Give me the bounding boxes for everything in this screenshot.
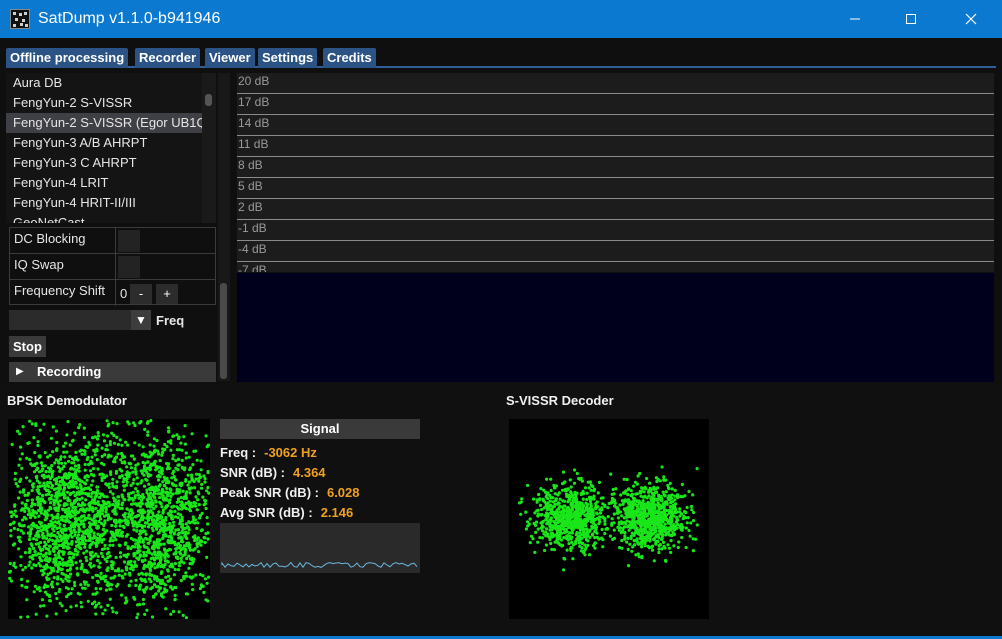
pipeline-item-selected[interactable]: FengYun-2 S-VISSR (Egor UB1QBJ) (6, 113, 202, 133)
minimize-icon (850, 18, 860, 20)
pipeline-item[interactable]: FengYun-4 HRIT-II/III (6, 193, 202, 213)
fft-scale-row: -1 dB (237, 220, 994, 241)
pipeline-item[interactable]: FengYun-2 S-VISSR (6, 93, 202, 113)
fft-plot[interactable]: 20 dB 17 dB 14 dB 11 dB 8 dB 5 dB 2 dB -… (237, 73, 994, 272)
fft-scale-row: 20 dB (237, 73, 994, 94)
chevron-down-icon[interactable]: ▼ (131, 310, 151, 330)
avg-snr-stat-value: 2.146 (320, 505, 354, 520)
frequency-shift-increment-button[interactable]: + (156, 284, 178, 304)
tab-recorder[interactable]: Recorder (135, 48, 201, 68)
snr-stat-value: 4.364 (293, 465, 326, 480)
iq-swap-label: IQ Swap (14, 257, 64, 272)
tab-bar: Offline processing Recorder Viewer Setti… (6, 46, 996, 68)
avg-snr-stat-label: Avg SNR (dB) : (220, 505, 313, 520)
fft-scale-row: 2 dB (237, 199, 994, 220)
pipeline-item[interactable]: FengYun-4 LRIT (6, 173, 202, 193)
scrollbar-thumb[interactable] (205, 94, 212, 106)
pipeline-item[interactable]: Aura DB (6, 73, 202, 93)
close-button[interactable] (944, 0, 998, 38)
stop-button[interactable]: Stop (9, 336, 46, 357)
fft-scale-row: 17 dB (237, 94, 994, 115)
recorder-options-table: DC Blocking IQ Swap Frequency Shift 0 - … (9, 227, 216, 306)
frequency-shift-decrement-button[interactable]: - (130, 284, 152, 304)
waterfall-display[interactable] (237, 273, 994, 382)
fft-scale-row: -7 dB (237, 262, 994, 272)
tab-viewer[interactable]: Viewer (205, 48, 255, 68)
snr-stat-label: SNR (dB) : (220, 465, 285, 480)
peak-snr-stat-value: 6.028 (326, 485, 360, 500)
s-vissr-decoder-title: S-VISSR Decoder (506, 393, 614, 408)
fft-scale-row: 14 dB (237, 115, 994, 136)
peak-snr-stat: Peak SNR (dB) : 6.028 (220, 485, 360, 500)
recording-label: Recording (37, 364, 102, 379)
avg-snr-stat: Avg SNR (dB) : 2.146 (220, 505, 353, 520)
satdump-app-icon (10, 9, 30, 29)
pipeline-item[interactable]: FengYun-3 C AHRPT (6, 153, 202, 173)
pipeline-list[interactable]: Aura DB FengYun-2 S-VISSR FengYun-2 S-VI… (6, 73, 202, 223)
window-title: SatDump v1.1.0-b941946 (38, 10, 221, 27)
fft-scale-row: 8 dB (237, 157, 994, 178)
title-bar: SatDump v1.1.0-b941946 (0, 0, 1002, 38)
minimize-button[interactable] (828, 0, 882, 38)
fft-scale-row: 5 dB (237, 178, 994, 199)
signal-header[interactable]: Signal (220, 419, 420, 439)
freq-stat: Freq : -3062 Hz (220, 445, 317, 460)
frequency-shift-row: Frequency Shift 0 - + (10, 280, 215, 306)
pipeline-list-scrollbar[interactable] (202, 73, 216, 223)
tab-settings[interactable]: Settings (258, 48, 318, 68)
tab-credits[interactable]: Credits (323, 48, 376, 68)
bpsk-demodulator-title: BPSK Demodulator (7, 393, 127, 408)
iq-swap-checkbox[interactable] (118, 256, 140, 278)
left-panel-scrollbar[interactable] (218, 73, 230, 381)
snr-stat: SNR (dB) : 4.364 (220, 465, 326, 480)
close-icon (965, 13, 977, 25)
demodulator-constellation (8, 419, 210, 619)
fft-scale-row: 11 dB (237, 136, 994, 157)
tab-offline-processing[interactable]: Offline processing (6, 48, 129, 68)
frequency-shift-label: Frequency Shift (14, 283, 106, 298)
freq-stat-label: Freq : (220, 445, 257, 460)
recording-section-header[interactable]: ▶ Recording (9, 362, 216, 382)
dc-blocking-row: DC Blocking (10, 228, 215, 254)
dc-blocking-checkbox[interactable] (118, 230, 140, 252)
dc-blocking-label: DC Blocking (14, 231, 86, 246)
iq-swap-row: IQ Swap (10, 254, 215, 280)
decoder-constellation (509, 419, 709, 619)
snr-history-plot (220, 523, 420, 573)
expand-arrow-icon: ▶ (16, 366, 24, 377)
fft-scale-row: -4 dB (237, 241, 994, 262)
pipeline-item[interactable]: GeoNetCast (6, 213, 202, 223)
freq-stat-value: -3062 Hz (264, 445, 317, 460)
frequency-select[interactable]: ▼ (9, 310, 151, 330)
frequency-shift-input[interactable]: 0 (120, 286, 127, 301)
peak-snr-stat-label: Peak SNR (dB) : (220, 485, 319, 500)
freq-label: Freq (156, 313, 185, 328)
scrollbar-thumb[interactable] (220, 283, 227, 379)
maximize-icon (906, 14, 916, 24)
pipeline-item[interactable]: FengYun-3 A/B AHRPT (6, 133, 202, 153)
maximize-button[interactable] (884, 0, 938, 38)
